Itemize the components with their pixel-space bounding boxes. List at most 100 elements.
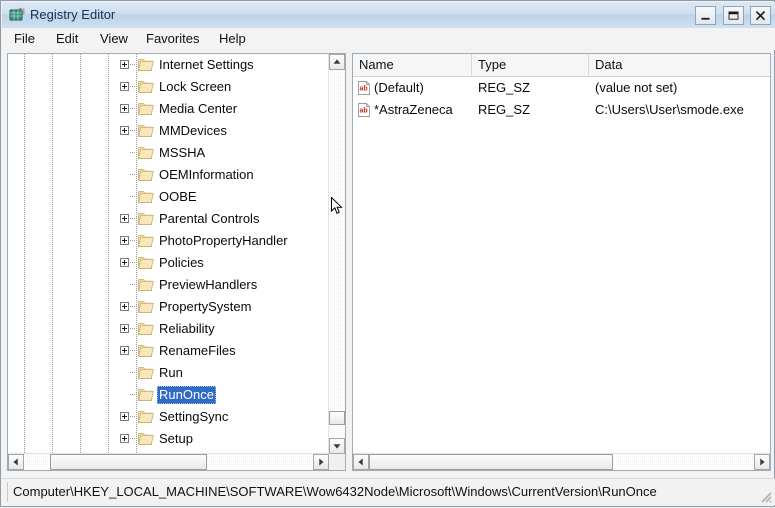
tree-scroll-left-button[interactable]: [8, 454, 24, 470]
tree-connector-line: [130, 130, 138, 131]
tree-item-label[interactable]: PreviewHandlers: [157, 276, 259, 294]
tree-item[interactable]: Lock Screen: [8, 76, 329, 98]
value-data-cell: (value not set): [595, 79, 677, 97]
tree-item-label[interactable]: Parental Controls: [157, 210, 261, 228]
tree-item-label[interactable]: SettingSync: [157, 408, 230, 426]
tree-expand-icon[interactable]: [120, 214, 129, 223]
close-button[interactable]: [750, 6, 771, 25]
value-row[interactable]: ab*AstraZenecaREG_SZC:\Users\User\smode.…: [353, 99, 770, 121]
tree-scroll-down-button[interactable]: [329, 438, 345, 454]
menu-favorites[interactable]: Favorites: [140, 30, 205, 48]
tree-item-label[interactable]: PhotoPropertyHandler: [157, 232, 290, 250]
title-bar[interactable]: Registry Editor: [2, 2, 775, 29]
tree-expand-icon[interactable]: [120, 82, 129, 91]
registry-tree[interactable]: Internet Settings Lock Screen Media Center…: [8, 54, 329, 470]
tree-connector-line: [130, 64, 138, 65]
tree-item[interactable]: Media Center: [8, 98, 329, 120]
tree-item-label[interactable]: Media Center: [157, 100, 239, 118]
tree-item-label[interactable]: Lock Screen: [157, 78, 233, 96]
tree-item[interactable]: PropertySystem: [8, 296, 329, 318]
tree-expand-icon[interactable]: [120, 104, 129, 113]
folder-icon: [138, 432, 154, 446]
tree-expand-icon[interactable]: [120, 346, 129, 355]
tree-item-label[interactable]: PropertySystem: [157, 298, 253, 316]
tree-item[interactable]: PhotoPropertyHandler: [8, 230, 329, 252]
tree-item-label[interactable]: Setup: [157, 430, 195, 448]
folder-icon: [138, 190, 154, 204]
window-buttons: [693, 6, 771, 25]
tree-connector-line: [130, 86, 138, 87]
window-title: Registry Editor: [30, 6, 115, 24]
tree-horizontal-scrollbar[interactable]: [8, 453, 329, 470]
values-horizontal-scroll-thumb[interactable]: [369, 454, 613, 470]
tree-item-label[interactable]: MSSHA: [157, 144, 207, 162]
tree-item[interactable]: Parental Controls: [8, 208, 329, 230]
tree-item-label[interactable]: Policies: [157, 254, 206, 272]
minimize-button[interactable]: [695, 6, 716, 25]
tree-item-label[interactable]: OOBE: [157, 188, 199, 206]
tree-item[interactable]: MSSHA: [8, 142, 329, 164]
tree-item-label[interactable]: RenameFiles: [157, 342, 238, 360]
folder-icon: [138, 102, 154, 116]
string-value-icon: ab: [357, 103, 371, 117]
column-header-type[interactable]: Type: [472, 54, 589, 76]
tree-item[interactable]: RenameFiles: [8, 340, 329, 362]
tree-vertical-scroll-thumb[interactable]: [329, 411, 345, 425]
tree-item-label[interactable]: Internet Settings: [157, 56, 256, 74]
tree-item[interactable]: OOBE: [8, 186, 329, 208]
tree-item[interactable]: RunOnce: [8, 384, 329, 406]
menu-file[interactable]: File: [8, 30, 41, 48]
tree-horizontal-scroll-thumb[interactable]: [50, 454, 207, 470]
status-path: Computer\HKEY_LOCAL_MACHINE\SOFTWARE\Wow…: [7, 482, 753, 502]
tree-expand-icon[interactable]: [120, 412, 129, 421]
menu-edit[interactable]: Edit: [50, 30, 84, 48]
tree-item[interactable]: PreviewHandlers: [8, 274, 329, 296]
tree-item[interactable]: Run: [8, 362, 329, 384]
folder-icon: [138, 124, 154, 138]
tree-item-label[interactable]: OEMInformation: [157, 166, 256, 184]
tree-expand-icon[interactable]: [120, 302, 129, 311]
tree-item-label[interactable]: Reliability: [157, 320, 217, 338]
values-horizontal-scrollbar[interactable]: [353, 453, 770, 470]
tree-item[interactable]: MMDevices: [8, 120, 329, 142]
tree-item[interactable]: Setup: [8, 428, 329, 450]
tree-scroll-up-button[interactable]: [329, 54, 345, 70]
values-scroll-left-button[interactable]: [353, 454, 369, 470]
tree-item[interactable]: SettingSync: [8, 406, 329, 428]
registry-tree-pane: Internet Settings Lock Screen Media Center…: [7, 53, 346, 471]
mouse-cursor: [331, 197, 343, 216]
tree-item-label-selected[interactable]: RunOnce: [157, 386, 216, 404]
tree-item[interactable]: Internet Settings: [8, 54, 329, 76]
tree-expand-icon[interactable]: [120, 126, 129, 135]
tree-connector-line: [130, 284, 138, 285]
tree-scroll-right-button[interactable]: [313, 454, 329, 470]
folder-icon: [138, 234, 154, 248]
resize-grip[interactable]: [758, 489, 772, 503]
value-row[interactable]: ab(Default)REG_SZ(value not set): [353, 77, 770, 99]
column-header-name[interactable]: Name: [353, 54, 472, 76]
maximize-button[interactable]: [723, 6, 744, 25]
tree-vertical-scrollbar[interactable]: [328, 54, 345, 454]
tree-item[interactable]: Policies: [8, 252, 329, 274]
tree-expand-icon[interactable]: [120, 324, 129, 333]
tree-expand-icon[interactable]: [120, 236, 129, 245]
tree-connector-line: [130, 438, 138, 439]
menu-view[interactable]: View: [94, 30, 134, 48]
tree-item-label[interactable]: MMDevices: [157, 122, 229, 140]
tree-connector-line: [130, 328, 138, 329]
tree-expand-icon[interactable]: [120, 258, 129, 267]
folder-icon: [138, 388, 154, 402]
values-scroll-right-button[interactable]: [754, 454, 770, 470]
tree-item[interactable]: Reliability: [8, 318, 329, 340]
tree-item[interactable]: OEMInformation: [8, 164, 329, 186]
folder-icon: [138, 344, 154, 358]
column-header-data[interactable]: Data: [589, 54, 770, 76]
tree-connector-line: [130, 196, 138, 197]
tree-expand-icon[interactable]: [120, 60, 129, 69]
tree-item-label[interactable]: Run: [157, 364, 185, 382]
folder-icon: [138, 410, 154, 424]
tree-expand-icon[interactable]: [120, 434, 129, 443]
folder-icon: [138, 300, 154, 314]
value-name-cell: (Default): [374, 79, 424, 97]
menu-help[interactable]: Help: [213, 30, 252, 48]
